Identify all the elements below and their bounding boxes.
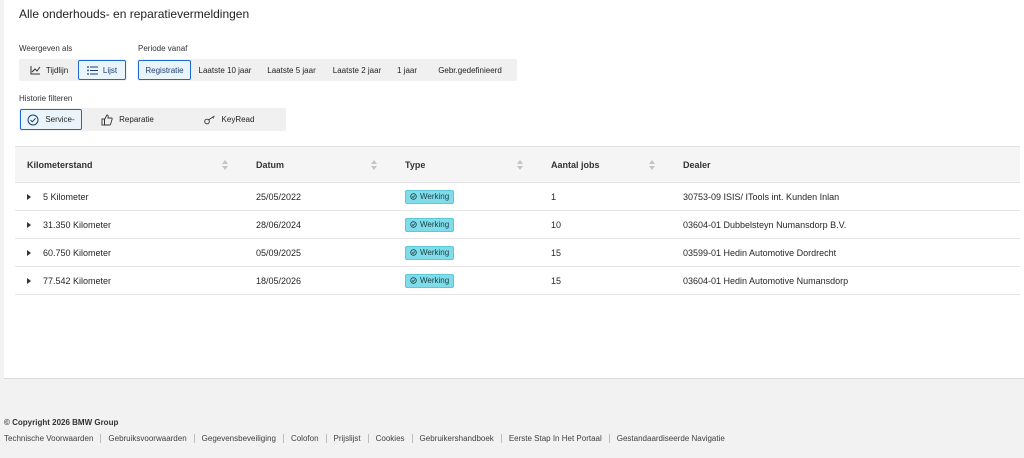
- filter-keyread-label: KeyRead: [221, 115, 255, 124]
- footer-link-cookies[interactable]: Cookies: [367, 434, 412, 443]
- list-icon: [86, 65, 98, 75]
- line-chart-icon: [30, 66, 41, 75]
- table-row[interactable]: 60.750 Kilometer 05/09/2025 Werking 15 0…: [15, 239, 1020, 267]
- cell-km: 31.350 Kilometer: [43, 219, 112, 230]
- sort-icon[interactable]: [371, 160, 377, 170]
- cell-dealer: 03604-01 Hedin Automotive Numansdorp: [683, 275, 849, 286]
- filter-keyread-button[interactable]: KeyRead: [173, 109, 285, 130]
- sort-icon[interactable]: [222, 160, 228, 170]
- cell-date: 25/05/2022: [256, 191, 302, 202]
- column-dealer[interactable]: Dealer: [665, 147, 1020, 182]
- type-badge: Werking: [405, 217, 455, 232]
- period-10y-label: Laatste 10 jaar: [198, 65, 252, 75]
- column-label: Dealer: [683, 159, 711, 170]
- column-label: Kilometerstand: [27, 159, 93, 170]
- footer-link-gegevensbeveiliging[interactable]: Gegevensbeveiliging: [193, 434, 283, 443]
- footer-link-eerste-stap[interactable]: Eerste Stap In Het Portaal: [500, 434, 609, 443]
- period-registration-label: Registratie: [145, 65, 184, 75]
- period-toggle: Registratie Laatste 10 jaar Laatste 5 ja…: [137, 59, 517, 81]
- cell-jobs: 15: [551, 247, 562, 258]
- period-custom-button[interactable]: Gebr.gedefinieerd: [424, 60, 516, 80]
- main-card: Alle onderhouds- en reparatievermeldinge…: [4, 0, 1024, 379]
- footer: © Copyright 2026 BMW Group Technische Vo…: [4, 418, 1024, 443]
- cell-km: 77.542 Kilometer: [43, 275, 112, 286]
- footer-link-gebruikershandboek[interactable]: Gebruikershandboek: [411, 434, 501, 443]
- expand-caret-icon[interactable]: [27, 277, 31, 284]
- footer-link-colofon[interactable]: Colofon: [282, 434, 326, 443]
- type-label: Werking: [420, 276, 450, 285]
- gear-icon: [410, 249, 417, 256]
- gear-icon: [410, 193, 417, 200]
- cell-date: 05/09/2025: [256, 247, 302, 258]
- sort-icon[interactable]: [517, 160, 523, 170]
- column-label: Type: [405, 159, 426, 170]
- type-label: Werking: [420, 192, 450, 201]
- period-2y-label: Laatste 2 jaar: [332, 65, 382, 75]
- column-aantal-jobs[interactable]: Aantal jobs: [533, 147, 665, 182]
- column-datum[interactable]: Datum: [238, 147, 387, 182]
- type-label: Werking: [420, 248, 450, 257]
- cell-jobs: 15: [551, 275, 562, 286]
- key-icon: [203, 115, 215, 124]
- period-10y-button[interactable]: Laatste 10 jaar: [191, 60, 259, 80]
- page-title: Alle onderhouds- en reparatievermeldinge…: [19, 7, 250, 21]
- filter-label: Historie filteren: [19, 94, 73, 103]
- cell-dealer: 03599-01 Hedin Automotive Dordrecht: [683, 247, 837, 258]
- period-5y-button[interactable]: Laatste 5 jaar: [259, 60, 324, 80]
- view-timeline-button[interactable]: Tijdlijn: [20, 60, 78, 80]
- expand-caret-icon[interactable]: [27, 249, 31, 256]
- view-toggle: Tijdlijn Lijst: [19, 59, 127, 81]
- gear-icon: [410, 277, 417, 284]
- gear-icon: [410, 221, 417, 228]
- filter-repair-button[interactable]: Reparatie: [82, 109, 173, 130]
- footer-link-technische-voorwaarden[interactable]: Technische Voorwaarden: [4, 434, 100, 443]
- column-kilometerstand[interactable]: Kilometerstand: [15, 147, 238, 182]
- period-label: Periode vanaf: [138, 44, 188, 53]
- footer-link-prijslijst[interactable]: Prijslijst: [325, 434, 368, 443]
- cell-jobs: 1: [551, 191, 557, 202]
- sort-icon[interactable]: [649, 160, 655, 170]
- filter-repair-label: Reparatie: [119, 115, 154, 124]
- table-row[interactable]: 31.350 Kilometer 28/06/2024 Werking 10 0…: [15, 211, 1020, 239]
- period-1y-button[interactable]: 1 jaar: [390, 60, 424, 80]
- view-list-label: Lijst: [102, 65, 118, 75]
- table-header: Kilometerstand Datum Type Aantal jobs De…: [15, 146, 1020, 183]
- thumbs-up-icon: [101, 114, 113, 125]
- type-badge: Werking: [405, 245, 455, 260]
- column-type[interactable]: Type: [387, 147, 533, 182]
- history-table: Kilometerstand Datum Type Aantal jobs De…: [15, 146, 1020, 295]
- type-badge: Werking: [405, 189, 455, 204]
- type-label: Werking: [420, 220, 450, 229]
- filter-service-button[interactable]: Service-: [20, 109, 82, 130]
- period-registration-button[interactable]: Registratie: [138, 60, 191, 80]
- cell-km: 5 Kilometer: [43, 191, 89, 202]
- filter-service-label: Service-: [45, 115, 75, 124]
- period-5y-label: Laatste 5 jaar: [267, 65, 316, 75]
- period-2y-button[interactable]: Laatste 2 jaar: [324, 60, 390, 80]
- cell-dealer: 03604-01 Dubbelsteyn Numansdorp B.V.: [683, 219, 847, 230]
- column-label: Datum: [256, 159, 285, 170]
- footer-link-navigatie[interactable]: Gestandaardiseerde Navigatie: [608, 434, 732, 443]
- cell-jobs: 10: [551, 219, 562, 230]
- table-row[interactable]: 5 Kilometer 25/05/2022 Werking 1 30753-0…: [15, 183, 1020, 211]
- view-list-button[interactable]: Lijst: [78, 60, 126, 80]
- history-filter: Service- Reparatie KeyRead: [19, 108, 286, 131]
- expand-caret-icon[interactable]: [27, 221, 31, 228]
- footer-link-gebruiksvoorwaarden[interactable]: Gebruiksvoorwaarden: [100, 434, 193, 443]
- period-custom-label: Gebr.gedefinieerd: [438, 65, 502, 75]
- copyright: © Copyright 2026 BMW Group: [4, 418, 119, 427]
- type-badge: Werking: [405, 273, 455, 288]
- service-gear-icon: [27, 114, 39, 125]
- column-label: Aantal jobs: [551, 159, 600, 170]
- cell-date: 18/05/2026: [256, 275, 302, 286]
- cell-dealer: 30753-09 ISIS/ ITools int. Kunden Inlan: [683, 191, 840, 202]
- view-timeline-label: Tijdlijn: [45, 65, 69, 75]
- cell-date: 28/06/2024: [256, 219, 302, 230]
- footer-links: Technische Voorwaarden Gebruiksvoorwaard…: [4, 434, 1024, 443]
- cell-km: 60.750 Kilometer: [43, 247, 112, 258]
- table-row[interactable]: 77.542 Kilometer 18/05/2026 Werking 15 0…: [15, 267, 1020, 295]
- view-label: Weergeven als: [19, 44, 73, 53]
- expand-caret-icon[interactable]: [27, 193, 31, 200]
- period-1y-label: 1 jaar: [397, 65, 418, 75]
